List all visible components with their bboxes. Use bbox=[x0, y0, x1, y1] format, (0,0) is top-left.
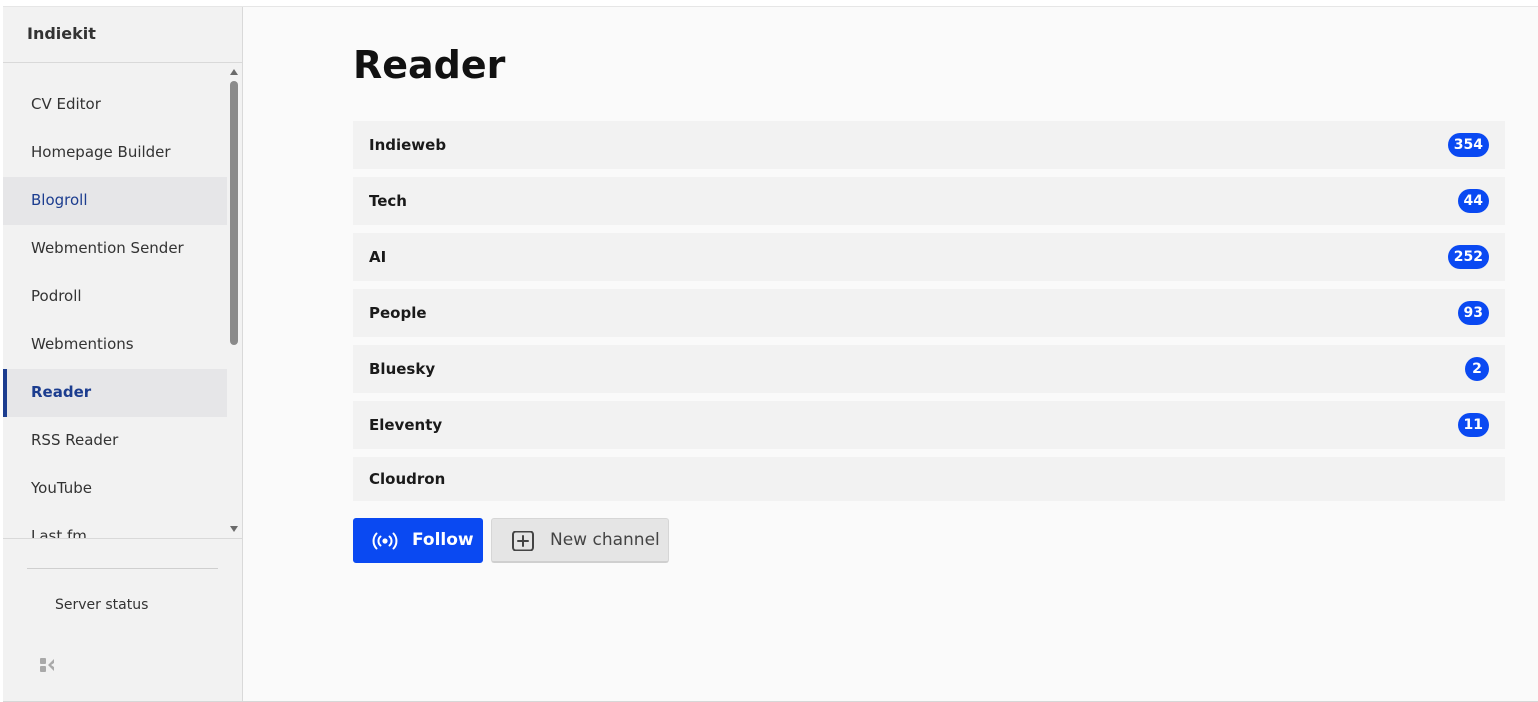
sidebar-item-label: YouTube bbox=[31, 479, 92, 497]
page-title: Reader bbox=[353, 43, 506, 87]
new-channel-button-label: New channel bbox=[550, 530, 660, 550]
main-content: Reader Indieweb 354 Tech 44 AI 252 Peopl… bbox=[243, 7, 1538, 701]
sidebar-item-label: Podroll bbox=[31, 287, 82, 305]
follow-button-label: Follow bbox=[412, 530, 474, 550]
sidebar-item-label: Webmention Sender bbox=[31, 239, 184, 257]
scrollbar-thumb[interactable] bbox=[230, 81, 238, 345]
sidebar-item-label: Reader bbox=[31, 383, 92, 401]
server-status-link[interactable]: Server status bbox=[55, 597, 148, 613]
sidebar-item-cv-editor[interactable]: CV Editor bbox=[3, 81, 227, 129]
unread-count-badge: 354 bbox=[1447, 133, 1489, 157]
plus-square-icon bbox=[512, 531, 534, 551]
channel-row[interactable]: AI 252 bbox=[353, 233, 1505, 281]
channel-row[interactable]: Bluesky 2 bbox=[353, 345, 1505, 393]
channel-row[interactable]: Indieweb 354 bbox=[353, 121, 1505, 169]
brand[interactable]: Indiekit bbox=[3, 7, 242, 63]
sidebar-item-rss-reader[interactable]: RSS Reader bbox=[3, 417, 227, 465]
channel-name: Indieweb bbox=[369, 136, 447, 154]
channel-row[interactable]: Cloudron bbox=[353, 457, 1505, 501]
sidebar-item-label: Homepage Builder bbox=[31, 143, 171, 161]
sidebar-item-youtube[interactable]: YouTube bbox=[3, 465, 227, 513]
sidebar-scrollbar[interactable] bbox=[227, 63, 242, 538]
sidebar-item-label: RSS Reader bbox=[31, 431, 119, 449]
unread-count-badge: 93 bbox=[1457, 301, 1489, 325]
unread-count-badge: 44 bbox=[1457, 189, 1489, 213]
channel-row[interactable]: Eleventy 11 bbox=[353, 401, 1505, 449]
sidebar-item-webmention-sender[interactable]: Webmention Sender bbox=[3, 225, 227, 273]
sidebar: Indiekit CV Editor Homepage Builder Blog… bbox=[3, 7, 243, 701]
new-channel-button[interactable]: New channel bbox=[491, 518, 669, 563]
scroll-up-arrow-icon[interactable] bbox=[230, 69, 238, 75]
channel-name: Eleventy bbox=[369, 416, 443, 434]
sidebar-item-label: Last.fm bbox=[31, 527, 87, 538]
unread-count-badge: 11 bbox=[1457, 413, 1489, 437]
channel-name: Bluesky bbox=[369, 360, 436, 378]
divider bbox=[27, 568, 218, 569]
app-name: Indiekit bbox=[27, 24, 96, 43]
channel-name: People bbox=[369, 304, 427, 322]
broadcast-icon bbox=[372, 532, 398, 550]
sidebar-item-label: Webmentions bbox=[31, 335, 134, 353]
sidebar-item-label: CV Editor bbox=[31, 95, 101, 113]
sidebar-footer: Server status bbox=[3, 538, 242, 702]
app-window: Indiekit CV Editor Homepage Builder Blog… bbox=[3, 6, 1538, 702]
follow-button[interactable]: Follow bbox=[353, 518, 483, 563]
sidebar-item-blogroll[interactable]: Blogroll bbox=[3, 177, 227, 225]
channel-name: Tech bbox=[369, 192, 407, 210]
sidebar-nav: CV Editor Homepage Builder Blogroll Webm… bbox=[3, 63, 242, 538]
sidebar-item-label: Blogroll bbox=[31, 191, 88, 209]
sidebar-item-homepage-builder[interactable]: Homepage Builder bbox=[3, 129, 227, 177]
unread-count-badge: 252 bbox=[1447, 245, 1489, 269]
channel-row[interactable]: Tech 44 bbox=[353, 177, 1505, 225]
sidebar-item-webmentions[interactable]: Webmentions bbox=[3, 321, 227, 369]
sidebar-item-podroll[interactable]: Podroll bbox=[3, 273, 227, 321]
unread-count-badge: 2 bbox=[1465, 357, 1489, 381]
channel-row[interactable]: People 93 bbox=[353, 289, 1505, 337]
sidebar-item-lastfm[interactable]: Last.fm bbox=[3, 513, 227, 538]
sidebar-item-reader[interactable]: Reader bbox=[3, 369, 227, 417]
scroll-down-arrow-icon[interactable] bbox=[230, 526, 238, 532]
channel-name: AI bbox=[369, 248, 387, 266]
indiekit-logo-icon[interactable] bbox=[39, 657, 55, 673]
channel-name: Cloudron bbox=[369, 470, 446, 488]
